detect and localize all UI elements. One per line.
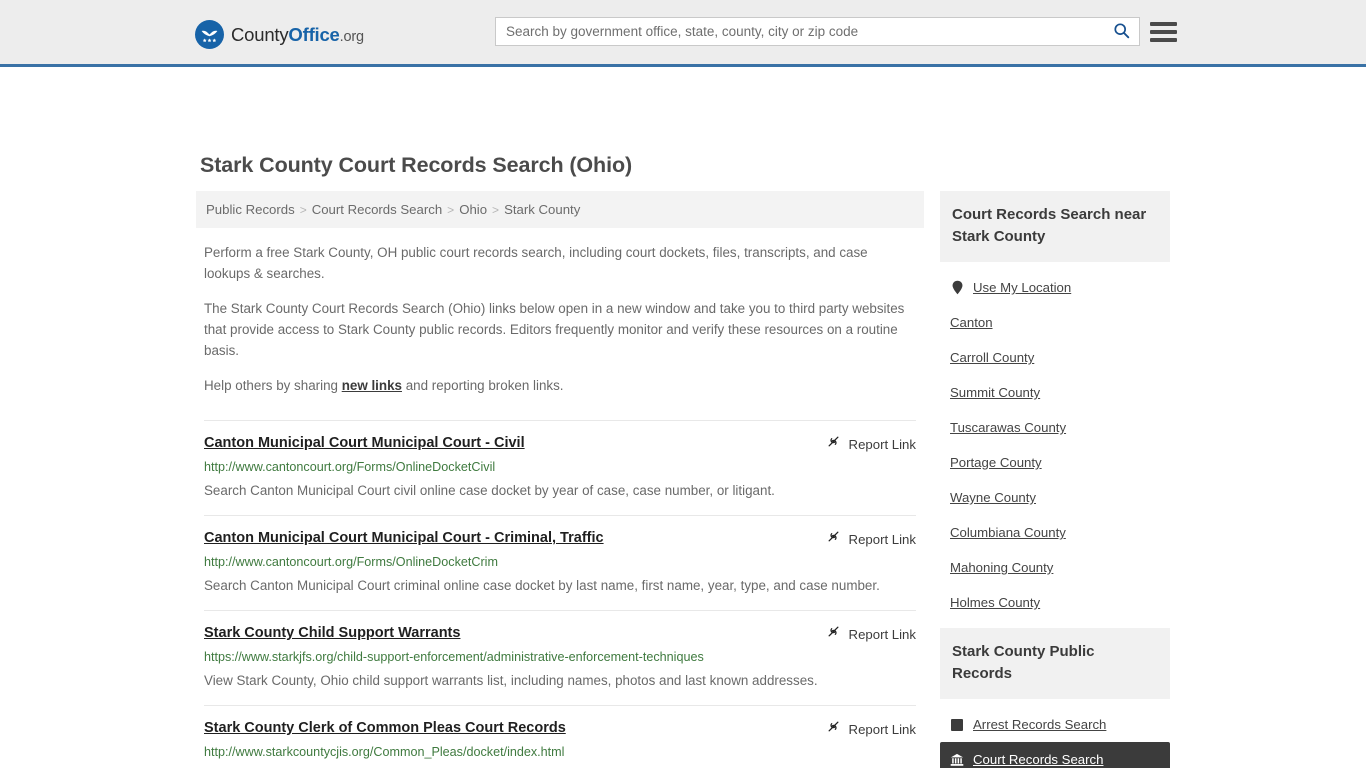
intro-p3-before: Help others by sharing — [204, 378, 342, 393]
sidebar-item-label: Columbiana County — [950, 525, 1066, 540]
eagle-shield-emblem-icon — [195, 20, 224, 49]
result-description: Search Canton Municipal Court civil onli… — [204, 483, 775, 498]
logo-text-tld: .org — [339, 28, 364, 45]
sidebar-heading-nearby: Court Records Search near Stark County — [940, 191, 1170, 262]
report-link-label: Report Link — [848, 436, 916, 452]
report-link-label: Report Link — [848, 721, 916, 737]
sidebar: Court Records Search near Stark County U… — [940, 191, 1170, 768]
results-list: Canton Municipal Court Municipal Court -… — [196, 410, 924, 768]
breadcrumb-item-public-records[interactable]: Public Records — [206, 202, 295, 217]
sidebar-nearby-list: Use My Location Canton Carroll County Su… — [940, 262, 1170, 620]
search-icon — [1113, 22, 1130, 42]
result-item: Stark County Child Support Warrants Repo… — [204, 611, 916, 706]
sidebar-item-label: Court Records Search — [973, 752, 1104, 767]
result-item: Stark County Clerk of Common Pleas Court… — [204, 706, 916, 768]
courthouse-icon — [950, 752, 964, 768]
report-link-button[interactable]: Report Link — [826, 528, 916, 549]
sidebar-item-tuscarawas-county[interactable]: Tuscarawas County — [940, 410, 1170, 445]
result-title-link[interactable]: Canton Municipal Court Municipal Court -… — [204, 528, 604, 548]
result-description: Search Stark County Clerk of Common Plea… — [204, 764, 916, 768]
intro-paragraph-3: Help others by sharing new links and rep… — [204, 375, 916, 396]
breadcrumb-item-ohio[interactable]: Ohio — [459, 202, 487, 217]
hamburger-menu-icon[interactable] — [1150, 18, 1177, 45]
sidebar-item-label: Carroll County — [950, 350, 1035, 365]
sidebar-card-nearby: Court Records Search near Stark County U… — [940, 191, 1170, 620]
result-header: Stark County Clerk of Common Pleas Court… — [204, 718, 916, 739]
breadcrumb-separator: > — [447, 202, 455, 217]
result-item: Canton Municipal Court Municipal Court -… — [204, 420, 916, 516]
intro-p3-after: and reporting broken links. — [401, 378, 564, 393]
broken-link-icon — [826, 624, 841, 644]
report-link-button[interactable]: Report Link — [826, 718, 916, 739]
sidebar-item-label: Tuscarawas County — [950, 420, 1067, 435]
sidebar-item-summit-county[interactable]: Summit County — [940, 375, 1170, 410]
result-url[interactable]: http://www.starkcountycjis.org/Common_Pl… — [204, 744, 916, 761]
result-header: Stark County Child Support Warrants Repo… — [204, 623, 916, 644]
sidebar-item-label: Mahoning County — [950, 560, 1054, 575]
breadcrumb-separator: > — [492, 202, 500, 217]
sidebar-item-label: Portage County — [950, 455, 1042, 470]
breadcrumb: Public Records > Court Records Search > … — [196, 191, 924, 228]
sidebar-item-use-my-location[interactable]: Use My Location — [940, 270, 1170, 305]
map-pin-icon — [950, 280, 964, 296]
report-link-button[interactable]: Report Link — [826, 623, 916, 644]
search-input[interactable] — [496, 18, 1103, 45]
search-button[interactable] — [1103, 18, 1139, 45]
site-logo[interactable]: CountyOffice.org — [195, 20, 364, 49]
logo-text-county: County — [231, 23, 289, 45]
sidebar-item-holmes-county[interactable]: Holmes County — [940, 585, 1170, 620]
sidebar-public-records-list: Arrest Records Search Court Records Sear… — [940, 699, 1170, 768]
intro-text: Perform a free Stark County, OH public c… — [196, 228, 924, 396]
intro-paragraph-2: The Stark County Court Records Search (O… — [204, 301, 905, 358]
logo-text-office: Office — [288, 23, 340, 45]
sidebar-item-canton[interactable]: Canton — [940, 305, 1170, 340]
result-title-link[interactable]: Stark County Child Support Warrants — [204, 623, 460, 643]
square-icon — [950, 717, 964, 733]
sidebar-item-label: Holmes County — [950, 595, 1041, 610]
result-description: Search Canton Municipal Court criminal o… — [204, 578, 880, 593]
search-bar[interactable] — [495, 17, 1140, 46]
breadcrumb-separator: > — [299, 202, 307, 217]
sidebar-item-arrest-records-search[interactable]: Arrest Records Search — [940, 707, 1170, 742]
broken-link-icon — [826, 434, 841, 454]
result-title-link[interactable]: Stark County Clerk of Common Pleas Court… — [204, 718, 566, 738]
intro-paragraph-1: Perform a free Stark County, OH public c… — [204, 245, 868, 281]
result-url[interactable]: http://www.cantoncourt.org/Forms/OnlineD… — [204, 554, 916, 571]
sidebar-card-public-records: Stark County Public Records Arrest Recor… — [940, 628, 1170, 768]
sidebar-item-columbiana-county[interactable]: Columbiana County — [940, 515, 1170, 550]
report-link-label: Report Link — [848, 531, 916, 547]
sidebar-heading-public-records: Stark County Public Records — [940, 628, 1170, 699]
sidebar-item-label: Summit County — [950, 385, 1041, 400]
new-links-link[interactable]: new links — [342, 378, 402, 393]
sidebar-item-mahoning-county[interactable]: Mahoning County — [940, 550, 1170, 585]
sidebar-item-label: Wayne County — [950, 490, 1037, 505]
report-link-button[interactable]: Report Link — [826, 433, 916, 454]
broken-link-icon — [826, 529, 841, 549]
breadcrumb-item-stark-county[interactable]: Stark County — [504, 202, 580, 217]
sidebar-item-label: Arrest Records Search — [973, 717, 1107, 732]
result-header: Canton Municipal Court Municipal Court -… — [204, 433, 916, 454]
sidebar-item-court-records-search[interactable]: Court Records Search — [940, 742, 1170, 768]
sidebar-item-carroll-county[interactable]: Carroll County — [940, 340, 1170, 375]
result-url[interactable]: https://www.starkjfs.org/child-support-e… — [204, 649, 916, 666]
result-item: Canton Municipal Court Municipal Court -… — [204, 516, 916, 611]
report-link-label: Report Link — [848, 626, 916, 642]
sidebar-item-label: Canton — [950, 315, 993, 330]
breadcrumb-item-court-records-search[interactable]: Court Records Search — [312, 202, 442, 217]
broken-link-icon — [826, 719, 841, 739]
result-description: View Stark County, Ohio child support wa… — [204, 673, 818, 688]
result-title-link[interactable]: Canton Municipal Court Municipal Court -… — [204, 433, 525, 453]
sidebar-item-label: Use My Location — [973, 280, 1072, 295]
result-header: Canton Municipal Court Municipal Court -… — [204, 528, 916, 549]
result-url[interactable]: http://www.cantoncourt.org/Forms/OnlineD… — [204, 459, 916, 476]
sidebar-item-wayne-county[interactable]: Wayne County — [940, 480, 1170, 515]
page-title: Stark County Court Records Search (Ohio) — [200, 153, 633, 177]
site-header: CountyOffice.org — [0, 0, 1366, 67]
main-content: Public Records > Court Records Search > … — [196, 191, 924, 768]
logo-wordmark: CountyOffice.org — [231, 24, 364, 46]
sidebar-item-portage-county[interactable]: Portage County — [940, 445, 1170, 480]
